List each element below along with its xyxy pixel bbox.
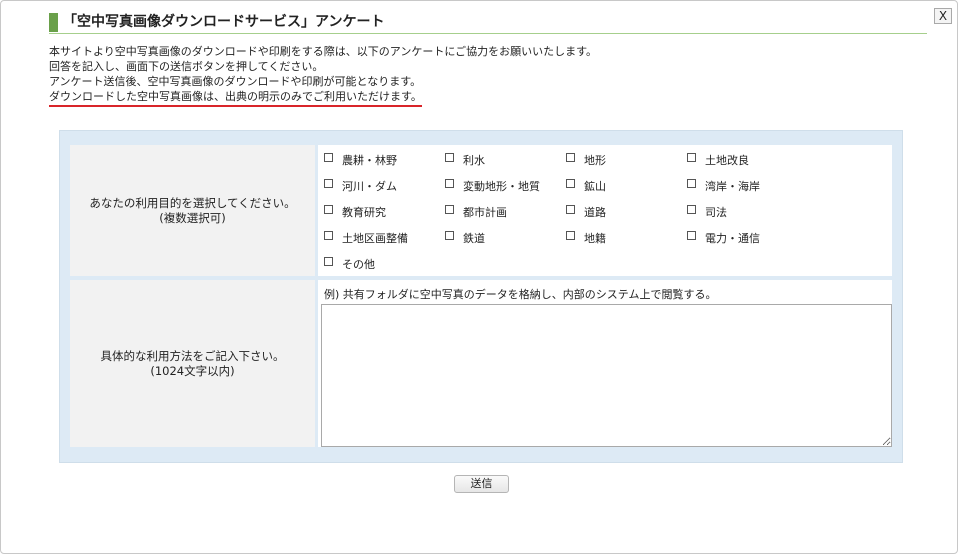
usage-content: 例) 共有フォルダに空中写真のデータを格納し、内部のシステム上で閲覧する。	[318, 280, 892, 447]
purpose-option-label: 変動地形・地質	[463, 180, 540, 193]
checkbox[interactable]	[445, 152, 454, 162]
checkbox[interactable]	[445, 204, 454, 214]
purpose-option[interactable]: 道路	[566, 203, 687, 221]
purpose-option-label: 教育研究	[342, 206, 386, 219]
purpose-option-label: 都市計画	[463, 206, 507, 219]
purpose-option-label: 鉄道	[463, 232, 485, 245]
checkbox[interactable]	[687, 152, 696, 162]
checkbox[interactable]	[566, 178, 575, 188]
purpose-option[interactable]: 鉄道	[445, 229, 566, 247]
checkbox[interactable]	[445, 230, 454, 240]
purpose-option-label: 電力・通信	[705, 232, 760, 245]
close-button[interactable]: X	[934, 8, 952, 24]
purpose-option[interactable]: その他	[324, 255, 445, 273]
checkbox[interactable]	[687, 230, 696, 240]
purpose-label: あなたの利用目的を選択してください。 (複数選択可)	[70, 145, 315, 276]
title-bar: 「空中写真画像ダウンロードサービス」アンケート	[49, 13, 927, 34]
purpose-option[interactable]: 電力・通信	[687, 229, 827, 247]
checkbox[interactable]	[324, 178, 333, 188]
purpose-option[interactable]: 土地改良	[687, 151, 827, 169]
purpose-option-label: 地形	[584, 154, 606, 167]
checkbox[interactable]	[445, 178, 454, 188]
purpose-option-label: 河川・ダム	[342, 180, 397, 193]
purpose-option[interactable]: 都市計画	[445, 203, 566, 221]
purpose-option-label: 湾岸・海岸	[705, 180, 760, 193]
purpose-option[interactable]: 河川・ダム	[324, 177, 445, 195]
survey-form: あなたの利用目的を選択してください。 (複数選択可) 農耕・林野 利水 地形 土地改良…	[59, 130, 903, 463]
purpose-option[interactable]: 湾岸・海岸	[687, 177, 827, 195]
purpose-option-label: 土地区画整備	[342, 232, 408, 245]
survey-dialog: X 「空中写真画像ダウンロードサービス」アンケート 本サイトより空中写真画像のダ…	[0, 0, 958, 554]
purpose-option[interactable]: 地籍	[566, 229, 687, 247]
purpose-label-line-1: あなたの利用目的を選択してください。	[89, 195, 296, 210]
purpose-option[interactable]: 農耕・林野	[324, 151, 445, 169]
checkbox[interactable]	[687, 178, 696, 188]
intro-line-2: 回答を記入し、画面下の送信ボタンを押してください。	[49, 60, 324, 73]
intro-emphasis: ダウンロードした空中写真画像は、出典の明示のみでご利用いただけます。	[49, 89, 422, 107]
checkbox[interactable]	[324, 230, 333, 240]
purpose-option-label: 農耕・林野	[342, 154, 397, 167]
usage-textarea[interactable]	[321, 304, 892, 447]
purpose-option-label: その他	[342, 258, 375, 271]
purpose-option-label: 利水	[463, 154, 485, 167]
checkbox[interactable]	[566, 152, 575, 162]
submit-button[interactable]: 送信	[454, 475, 509, 493]
usage-label-line-1: 具体的な利用方法をご記入下さい。	[100, 348, 285, 363]
checkbox[interactable]	[566, 204, 575, 214]
purpose-option[interactable]: 教育研究	[324, 203, 445, 221]
intro-line-3: アンケート送信後、空中写真画像のダウンロードや印刷が可能となります。	[49, 75, 422, 88]
checkbox[interactable]	[324, 256, 333, 266]
purpose-option[interactable]: 変動地形・地質	[445, 177, 566, 195]
purpose-option-label: 土地改良	[705, 154, 749, 167]
usage-label-line-2: (1024文字以内)	[150, 363, 235, 378]
purpose-row: あなたの利用目的を選択してください。 (複数選択可) 農耕・林野 利水 地形 土地改良…	[70, 145, 892, 276]
title-accent-bar	[49, 13, 58, 32]
purpose-label-line-2: (複数選択可)	[159, 210, 226, 225]
dialog-title: 「空中写真画像ダウンロードサービス」アンケート	[63, 14, 385, 30]
intro-text: 本サイトより空中写真画像のダウンロードや印刷をする際は、以下のアンケートにご協力…	[49, 44, 909, 107]
purpose-option-label: 道路	[584, 206, 606, 219]
purpose-option[interactable]: 地形	[566, 151, 687, 169]
purpose-option[interactable]: 利水	[445, 151, 566, 169]
intro-line-1: 本サイトより空中写真画像のダウンロードや印刷をする際は、以下のアンケートにご協力…	[49, 45, 598, 58]
checkbox[interactable]	[324, 204, 333, 214]
usage-example: 例) 共有フォルダに空中写真のデータを格納し、内部のシステム上で閲覧する。	[324, 288, 717, 301]
purpose-option-label: 司法	[705, 206, 727, 219]
purpose-options: 農耕・林野 利水 地形 土地改良河川・ダム 変動地形・地質 鉱山 湾岸・海岸教育研究 都市計画…	[318, 145, 892, 276]
purpose-option[interactable]: 土地区画整備	[324, 229, 445, 247]
purpose-option[interactable]: 司法	[687, 203, 827, 221]
checkbox[interactable]	[566, 230, 575, 240]
purpose-option-label: 鉱山	[584, 180, 606, 193]
usage-row: 具体的な利用方法をご記入下さい。 (1024文字以内) 例) 共有フォルダに空中…	[70, 280, 892, 447]
purpose-option[interactable]: 鉱山	[566, 177, 687, 195]
checkbox[interactable]	[324, 152, 333, 162]
usage-label: 具体的な利用方法をご記入下さい。 (1024文字以内)	[70, 280, 315, 447]
purpose-option-label: 地籍	[584, 232, 606, 245]
checkbox[interactable]	[687, 204, 696, 214]
